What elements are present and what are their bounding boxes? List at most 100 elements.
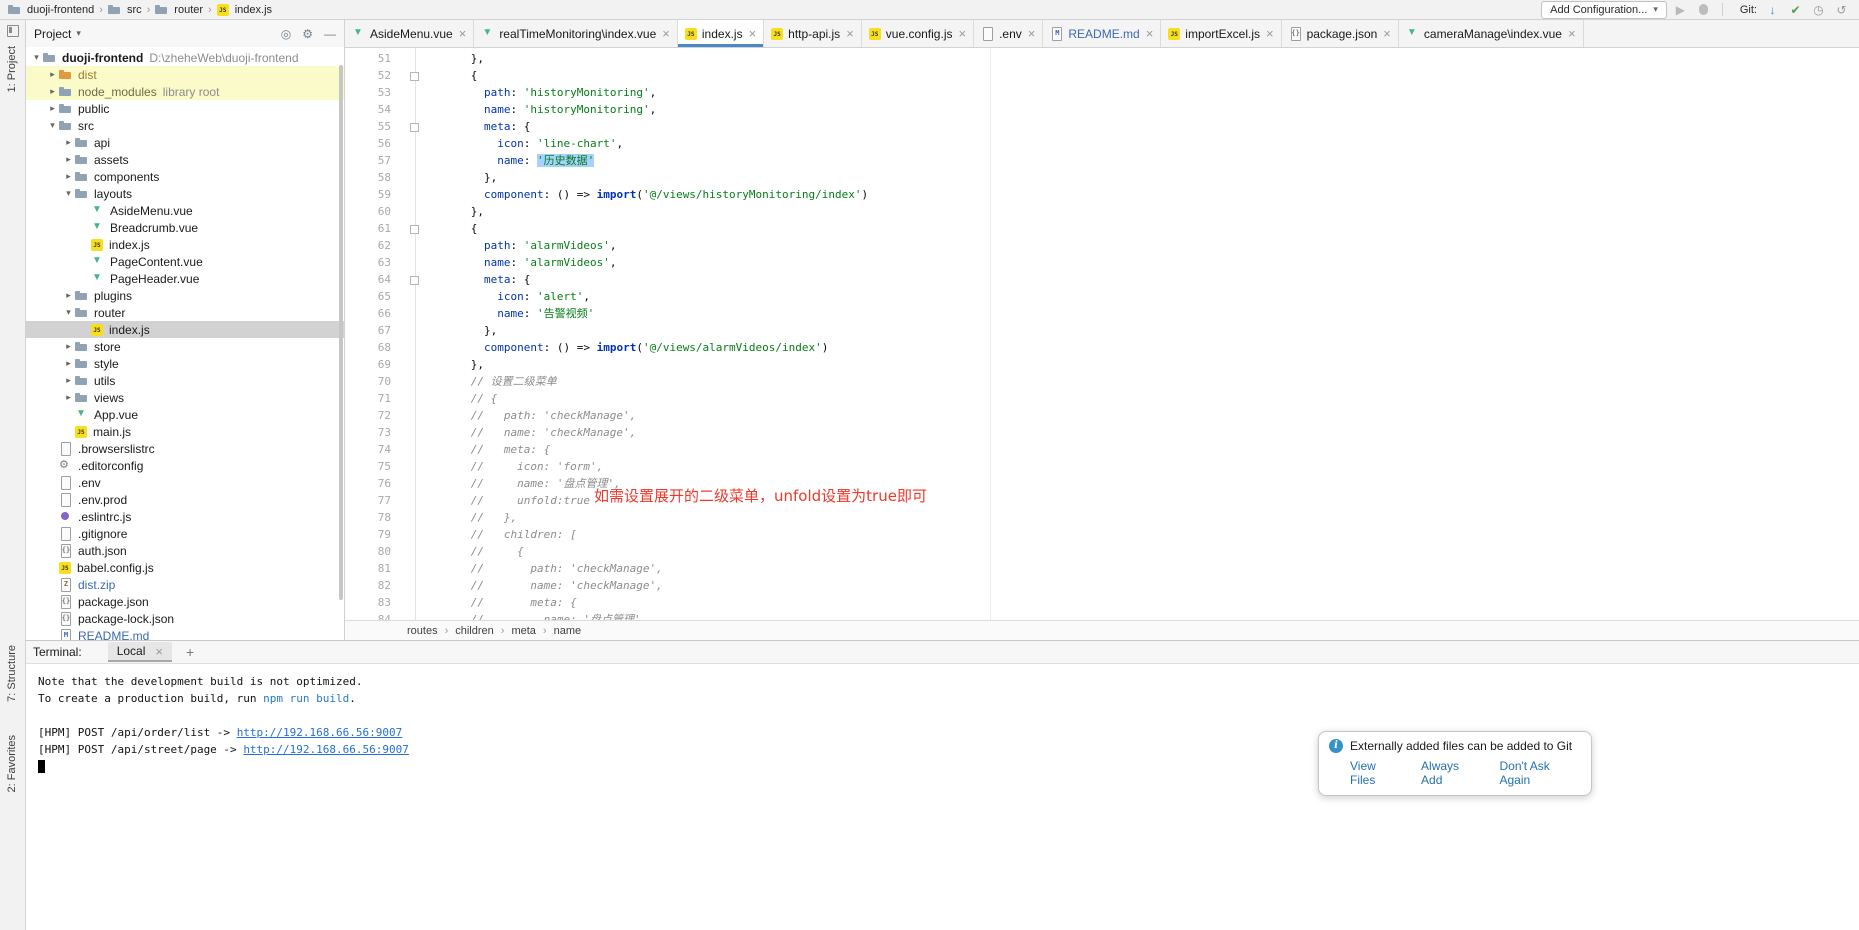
tree-item[interactable]: .browserslistrc [26, 440, 344, 457]
breadcrumb-item[interactable]: children [455, 625, 494, 637]
git-history-icon[interactable]: ◷ [1809, 3, 1828, 17]
tree-item[interactable]: package-lock.json [26, 610, 344, 627]
close-icon[interactable]: × [1568, 27, 1576, 40]
tree-item[interactable]: Breadcrumb.vue [26, 219, 344, 236]
tree-item[interactable]: index.js [26, 236, 344, 253]
terminal-link[interactable]: http://192.168.66.56:9007 [243, 743, 409, 756]
chevron-right-icon[interactable]: ▸ [46, 69, 59, 80]
fold-icon[interactable] [399, 271, 423, 288]
close-icon[interactable]: × [1383, 27, 1391, 40]
tree-item[interactable]: main.js [26, 423, 344, 440]
chevron-right-icon[interactable]: ▸ [62, 392, 75, 403]
sidebar-tab-favorites[interactable]: 2: Favorites [6, 735, 18, 792]
breadcrumb-segment[interactable]: src [106, 3, 144, 16]
fold-icon[interactable] [399, 220, 423, 237]
tree-item[interactable]: package.json [26, 593, 344, 610]
debug-icon[interactable] [1699, 4, 1708, 15]
breadcrumb-item[interactable]: routes [407, 625, 438, 637]
tree-item[interactable]: ▾layouts [26, 185, 344, 202]
chevron-right-icon[interactable]: ▸ [62, 375, 75, 386]
editor-tab[interactable]: realTimeMonitoring\index.vue× [474, 20, 678, 47]
tree-item[interactable]: ▸assets [26, 151, 344, 168]
tree-item[interactable]: ▸dist [26, 66, 344, 83]
tree-item[interactable]: dist.zip [26, 576, 344, 593]
tree-item[interactable]: ▸utils [26, 372, 344, 389]
tree-item[interactable]: PageContent.vue [26, 253, 344, 270]
notification-action[interactable]: View Files [1350, 759, 1403, 787]
chevron-right-icon[interactable]: ▸ [46, 103, 59, 114]
git-rollback-icon[interactable]: ↺ [1832, 3, 1851, 17]
breadcrumb-segment[interactable]: router [153, 3, 205, 16]
tree-item[interactable]: .env [26, 474, 344, 491]
editor-tab[interactable]: http-api.js× [764, 20, 862, 47]
tree-item[interactable]: ▸public [26, 100, 344, 117]
chevron-right-icon[interactable]: ▸ [62, 154, 75, 165]
fold-icon[interactable] [399, 67, 423, 84]
tree-item[interactable]: .editorconfig [26, 457, 344, 474]
git-update-icon[interactable]: ↓ [1763, 3, 1782, 17]
tree-item[interactable]: ▸plugins [26, 287, 344, 304]
editor-tab[interactable]: cameraManage\index.vue× [1399, 20, 1584, 47]
add-configuration-button[interactable]: Add Configuration... ▾ [1541, 1, 1667, 19]
tree-item[interactable]: ▾router [26, 304, 344, 321]
breadcrumb-item[interactable]: meta [511, 625, 535, 637]
chevron-down-icon[interactable]: ▾ [62, 188, 75, 199]
tree-item[interactable]: PageHeader.vue [26, 270, 344, 287]
tree-item[interactable]: AsideMenu.vue [26, 202, 344, 219]
fold-icon[interactable] [399, 118, 423, 135]
close-icon[interactable]: × [846, 27, 854, 40]
chevron-right-icon[interactable]: ▸ [62, 358, 75, 369]
tree-item[interactable]: .eslintrc.js [26, 508, 344, 525]
chevron-right-icon[interactable]: ▸ [62, 171, 75, 182]
tool-windows-icon[interactable] [7, 25, 19, 37]
tree-item[interactable]: ▾src [26, 117, 344, 134]
tree-item[interactable]: ▸components [26, 168, 344, 185]
close-icon[interactable]: × [1028, 27, 1036, 40]
breadcrumb-item[interactable]: name [554, 625, 582, 637]
code-editor[interactable]: 51 },52 {53 path: 'historyMonitoring',54… [345, 48, 1859, 620]
editor-tab[interactable]: package.json× [1282, 20, 1399, 47]
settings-gear-icon[interactable]: ⚙ [302, 27, 313, 41]
run-icon[interactable]: ▶ [1671, 3, 1690, 17]
tree-item[interactable]: ▸store [26, 338, 344, 355]
tree-item[interactable]: ▾duoji-frontendD:\zheheWeb\duoji-fronten… [26, 49, 344, 66]
chevron-down-icon[interactable]: ▾ [30, 52, 43, 63]
notification-action[interactable]: Always Add [1421, 759, 1481, 787]
editor-tab[interactable]: index.js× [678, 20, 764, 47]
close-icon[interactable]: × [1146, 27, 1154, 40]
tree-item[interactable]: ▸node_moduleslibrary root [26, 83, 344, 100]
editor-tab[interactable]: importExcel.js× [1161, 20, 1281, 47]
chevron-right-icon[interactable]: ▸ [62, 290, 75, 301]
breadcrumb-segment[interactable]: index.js [215, 4, 274, 16]
terminal-tab-local[interactable]: Local × [108, 642, 172, 662]
tree-item[interactable]: ▸style [26, 355, 344, 372]
tree-item[interactable]: ▸views [26, 389, 344, 406]
tree-item[interactable]: babel.config.js [26, 559, 344, 576]
notification-action[interactable]: Don't Ask Again [1499, 759, 1581, 787]
close-icon[interactable]: × [958, 27, 966, 40]
tree-item[interactable]: auth.json [26, 542, 344, 559]
tree-item[interactable]: .gitignore [26, 525, 344, 542]
locate-file-icon[interactable]: ◎ [281, 27, 291, 41]
tree-item[interactable]: index.js [26, 321, 344, 338]
git-commit-icon[interactable]: ✔ [1786, 3, 1805, 17]
close-icon[interactable]: × [662, 27, 670, 40]
tree-item[interactable]: App.vue [26, 406, 344, 423]
editor-tab[interactable]: vue.config.js× [862, 20, 974, 47]
chevron-right-icon[interactable]: ▸ [62, 137, 75, 148]
terminal-link[interactable]: http://192.168.66.56:9007 [237, 726, 403, 739]
project-scrollbar[interactable] [339, 65, 343, 600]
close-icon[interactable]: × [1266, 27, 1274, 40]
project-view-selector[interactable]: Project ▾ [34, 27, 81, 41]
close-icon[interactable]: × [459, 27, 467, 40]
sidebar-tab-project[interactable]: 1: Project [6, 46, 18, 92]
chevron-down-icon[interactable]: ▾ [62, 307, 75, 318]
chevron-right-icon[interactable]: ▸ [46, 86, 59, 97]
close-icon[interactable]: × [155, 645, 163, 658]
tree-item[interactable]: ▸api [26, 134, 344, 151]
tree-item[interactable]: .env.prod [26, 491, 344, 508]
hide-panel-icon[interactable]: — [324, 27, 336, 41]
editor-tab[interactable]: .env× [974, 20, 1043, 47]
terminal-body[interactable]: Note that the development build is not o… [26, 664, 1859, 930]
close-icon[interactable]: × [749, 27, 757, 40]
